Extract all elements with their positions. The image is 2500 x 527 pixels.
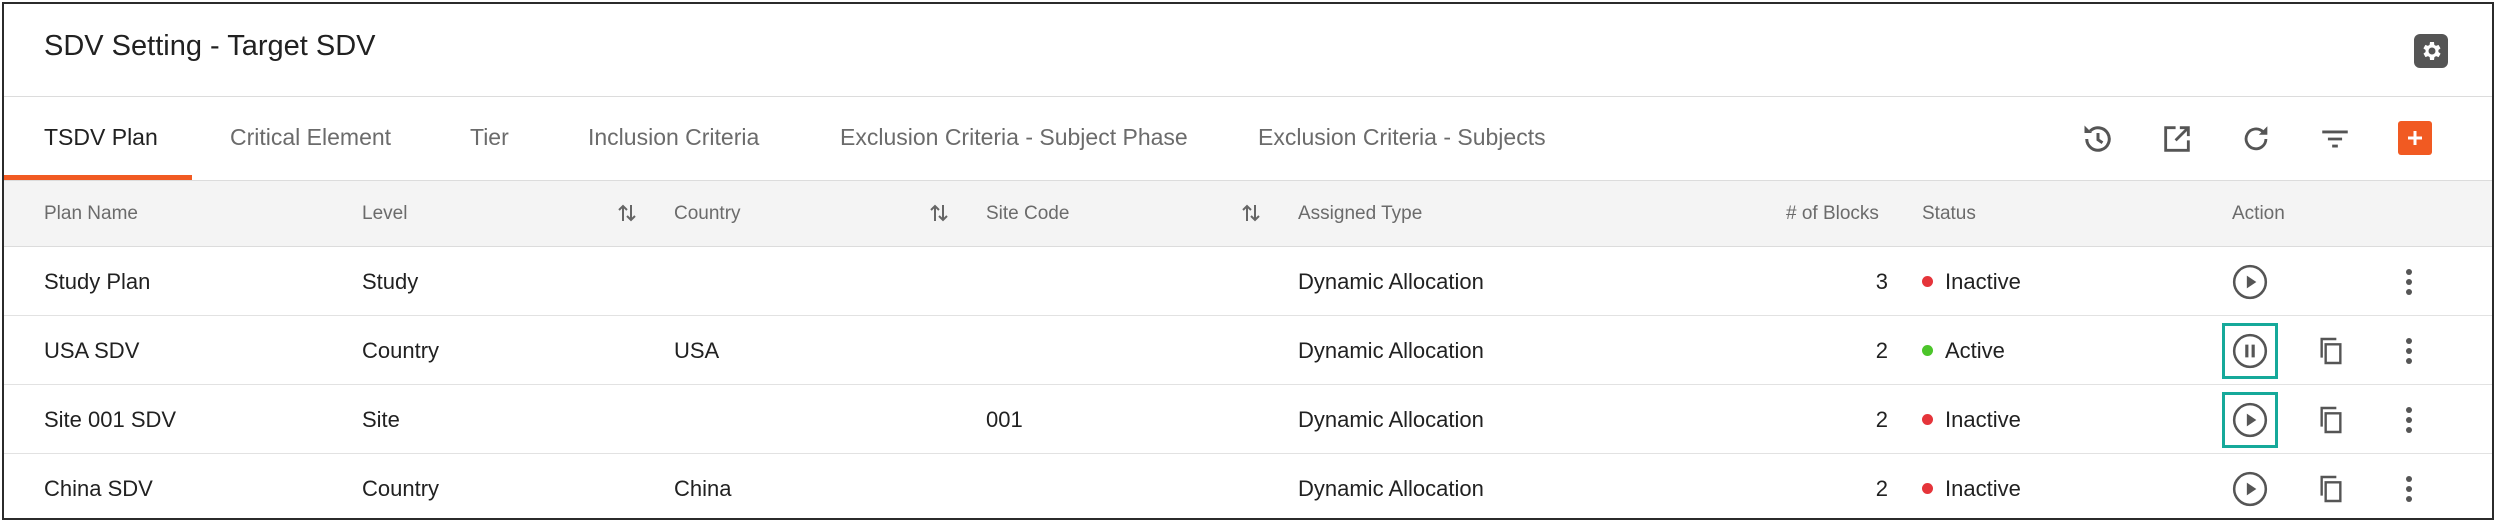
add-icon[interactable] <box>2398 121 2432 155</box>
status-badge: Inactive <box>1922 407 2021 433</box>
play-icon <box>2232 471 2268 507</box>
play-icon <box>2232 402 2268 438</box>
cell-plan-name: Study Plan <box>44 269 151 294</box>
more-menu-button[interactable] <box>2388 330 2430 372</box>
col-level: Level <box>362 203 408 224</box>
play-button[interactable] <box>2229 468 2271 510</box>
cell-country: China <box>674 476 732 501</box>
status-dot <box>1922 482 1933 494</box>
table-row[interactable]: China SDV Country China Dynamic Allocati… <box>4 454 2492 518</box>
cell-level: Country <box>362 338 440 363</box>
open-external-icon[interactable] <box>2157 119 2197 159</box>
play-button[interactable] <box>2222 392 2278 448</box>
tab-tsdv-plan[interactable]: TSDV Plan <box>44 124 158 151</box>
more-vertical-icon <box>2406 269 2412 295</box>
cell-blocks: 2 <box>1875 407 1888 432</box>
copy-icon <box>2320 406 2342 434</box>
sort-level-icon[interactable] <box>616 201 638 225</box>
more-vertical-icon <box>2406 338 2412 364</box>
tab-bar: TSDV Plan Critical Element Tier Inclusio… <box>4 97 2492 181</box>
tab-inclusion-criteria[interactable]: Inclusion Criteria <box>588 124 759 151</box>
panel-header: SDV Setting - Target SDV <box>4 4 2492 97</box>
history-icon[interactable] <box>2078 119 2118 159</box>
pause-button[interactable] <box>2222 323 2278 379</box>
play-icon <box>2232 264 2268 300</box>
sort-country-icon[interactable] <box>928 201 950 225</box>
status-dot <box>1922 275 1933 287</box>
copy-button[interactable] <box>2310 468 2352 510</box>
status-text: Inactive <box>1945 476 2021 501</box>
more-vertical-icon <box>2406 476 2412 502</box>
more-menu-button[interactable] <box>2388 261 2430 303</box>
cell-assigned-type: Dynamic Allocation <box>1298 338 1484 363</box>
copy-button[interactable] <box>2310 330 2352 372</box>
more-menu-button[interactable] <box>2388 399 2430 441</box>
active-tab-indicator <box>4 175 192 180</box>
more-menu-button[interactable] <box>2388 468 2430 510</box>
cell-blocks: 2 <box>1875 476 1888 501</box>
table-row[interactable]: Study Plan Study Dynamic Allocation 3 In… <box>4 247 2492 316</box>
play-button[interactable] <box>2229 261 2271 303</box>
copy-icon <box>2320 337 2342 365</box>
col-assigned-type: Assigned Type <box>1298 203 1423 224</box>
tab-tier[interactable]: Tier <box>470 124 509 151</box>
col-action: Action <box>2232 203 2285 224</box>
cell-blocks: 3 <box>1875 269 1888 294</box>
table-row[interactable]: Site 001 SDV Site 001 Dynamic Allocation… <box>4 385 2492 454</box>
cell-plan-name: Site 001 SDV <box>44 407 177 432</box>
cell-level: Site <box>362 407 400 432</box>
more-vertical-icon <box>2406 407 2412 433</box>
status-dot <box>1922 413 1933 425</box>
page-title: SDV Setting - Target SDV <box>44 30 376 62</box>
tab-critical-element[interactable]: Critical Element <box>230 124 391 151</box>
col-country: Country <box>674 203 741 224</box>
copy-button[interactable] <box>2310 399 2352 441</box>
filter-icon[interactable] <box>2315 119 2355 159</box>
cell-assigned-type: Dynamic Allocation <box>1298 476 1484 501</box>
col-status: Status <box>1922 203 1976 224</box>
cell-site-code: 001 <box>986 407 1023 432</box>
status-badge: Inactive <box>1922 269 2021 295</box>
cell-level: Study <box>362 269 419 294</box>
cell-assigned-type: Dynamic Allocation <box>1298 407 1484 432</box>
sdv-settings-panel: SDV Setting - Target SDV TSDV Plan Criti… <box>2 2 2494 520</box>
status-text: Inactive <box>1945 269 2021 294</box>
gear-icon[interactable] <box>2414 34 2448 68</box>
tab-exclusion-subjects[interactable]: Exclusion Criteria - Subjects <box>1258 124 1546 151</box>
sort-site-code-icon[interactable] <box>1240 201 1262 225</box>
status-text: Inactive <box>1945 407 2021 432</box>
tab-exclusion-subject-phase[interactable]: Exclusion Criteria - Subject Phase <box>840 124 1188 151</box>
cell-assigned-type: Dynamic Allocation <box>1298 269 1484 294</box>
table-header: Plan Name Level Country Site Code Assign… <box>4 181 2492 247</box>
cell-country: USA <box>674 338 720 363</box>
copy-icon <box>2320 475 2342 503</box>
status-text: Active <box>1945 338 2005 363</box>
cell-plan-name: China SDV <box>44 476 153 501</box>
col-plan-name: Plan Name <box>44 203 138 224</box>
refresh-icon[interactable] <box>2236 119 2276 159</box>
status-badge: Active <box>1922 338 2005 364</box>
pause-icon <box>2232 333 2268 369</box>
status-badge: Inactive <box>1922 476 2021 502</box>
cell-level: Country <box>362 476 440 501</box>
col-blocks: # of Blocks <box>1786 203 1879 224</box>
col-site-code: Site Code <box>986 203 1070 224</box>
status-dot <box>1922 344 1933 356</box>
cell-blocks: 2 <box>1875 338 1888 363</box>
cell-plan-name: USA SDV <box>44 338 140 363</box>
table-row[interactable]: USA SDV Country USA Dynamic Allocation 2… <box>4 316 2492 385</box>
